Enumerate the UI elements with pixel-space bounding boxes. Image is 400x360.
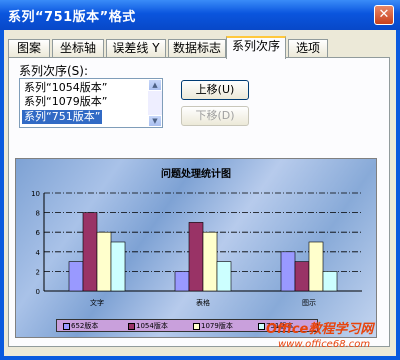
tab-error-bars[interactable]: 误差线 Y: [106, 39, 166, 57]
move-up-button[interactable]: 上移(U): [181, 80, 249, 100]
legend-label: 1079版本: [201, 322, 233, 330]
bar: [216, 261, 232, 292]
y-tick-label: 8: [36, 210, 40, 218]
y-tick-label: 10: [31, 190, 40, 198]
series-order-panel: 系列次序(S): 系列“1054版本” 系列“1079版本” 系列“751版本”…: [8, 57, 390, 347]
move-down-button[interactable]: 下移(D): [181, 106, 249, 126]
bar: [280, 251, 296, 292]
watermark-line2: www.office68.com: [278, 339, 371, 350]
scroll-down-icon[interactable]: ▼: [148, 115, 162, 127]
tab-options[interactable]: 选项: [288, 39, 328, 57]
bar: [308, 241, 324, 292]
legend-label: 652版本: [71, 322, 99, 330]
series-order-listbox[interactable]: 系列“1054版本” 系列“1079版本” 系列“751版本” ▲ ▼: [19, 78, 163, 128]
x-tick-label: 图示: [302, 299, 316, 307]
tab-axis[interactable]: 坐标轴: [52, 39, 104, 57]
bar: [322, 271, 338, 292]
series-order-label: 系列次序(S):: [19, 64, 89, 78]
bar-chart: 0 2 4 6 8 10 文字 表格 图示: [31, 190, 362, 307]
list-item-selected[interactable]: 系列“751版本”: [22, 110, 103, 124]
list-item[interactable]: 系列“1079版本”: [22, 95, 109, 109]
y-tick-label: 4: [36, 249, 41, 257]
watermark-line1: Office教程学习网: [266, 322, 374, 337]
bar: [68, 261, 84, 292]
tab-data-labels[interactable]: 数据标志: [168, 39, 226, 57]
watermark-logo: Office教程学习网 www.office68.com: [266, 318, 400, 360]
dialog-client: 图案 坐标轴 误差线 Y 数据标志 系列次序 选项 系列次序(S): 系列“10…: [4, 30, 396, 356]
legend-item: 1054版本: [128, 321, 168, 331]
scroll-up-icon[interactable]: ▲: [148, 79, 162, 91]
y-tick-label: 2: [36, 268, 40, 276]
bar: [202, 231, 218, 292]
legend-swatch: [63, 322, 70, 330]
tab-strip: 图案 坐标轴 误差线 Y 数据标志 系列次序 选项: [8, 36, 392, 59]
bar: [110, 241, 126, 292]
legend-swatch: [258, 322, 265, 330]
list-item[interactable]: 系列“1054版本”: [22, 81, 109, 95]
bar: [96, 231, 112, 292]
bar: [174, 271, 190, 292]
dialog-window: 系列“751版本”格式 ✕ 图案 坐标轴 误差线 Y 数据标志 系列次序 选项 …: [0, 0, 400, 360]
x-tick-label: 表格: [196, 298, 210, 307]
legend-swatch: [193, 322, 200, 330]
legend-item: 1079版本: [193, 321, 233, 331]
y-tick-label: 6: [36, 229, 41, 237]
bar: [188, 222, 204, 292]
title-bar[interactable]: 系列“751版本”格式 ✕: [0, 0, 400, 30]
close-button[interactable]: ✕: [374, 5, 394, 25]
chart-preview: 问题处理统计图 0 2 4 6 8 10 文字 表格 图示 652版本 1054版本 1079版本 7…: [15, 158, 377, 338]
y-tick-label: 0: [36, 288, 40, 296]
x-tick-label: 文字: [90, 298, 104, 307]
listbox-scrollbar[interactable]: ▲ ▼: [148, 79, 162, 127]
bar: [294, 261, 310, 292]
tab-pattern[interactable]: 图案: [8, 39, 50, 57]
tab-series-order[interactable]: 系列次序: [226, 36, 286, 59]
legend-item: 652版本: [63, 321, 98, 331]
window-title: 系列“751版本”格式: [8, 10, 136, 25]
legend-swatch: [128, 322, 135, 330]
bar: [82, 212, 98, 292]
legend-label: 1054版本: [136, 322, 168, 330]
